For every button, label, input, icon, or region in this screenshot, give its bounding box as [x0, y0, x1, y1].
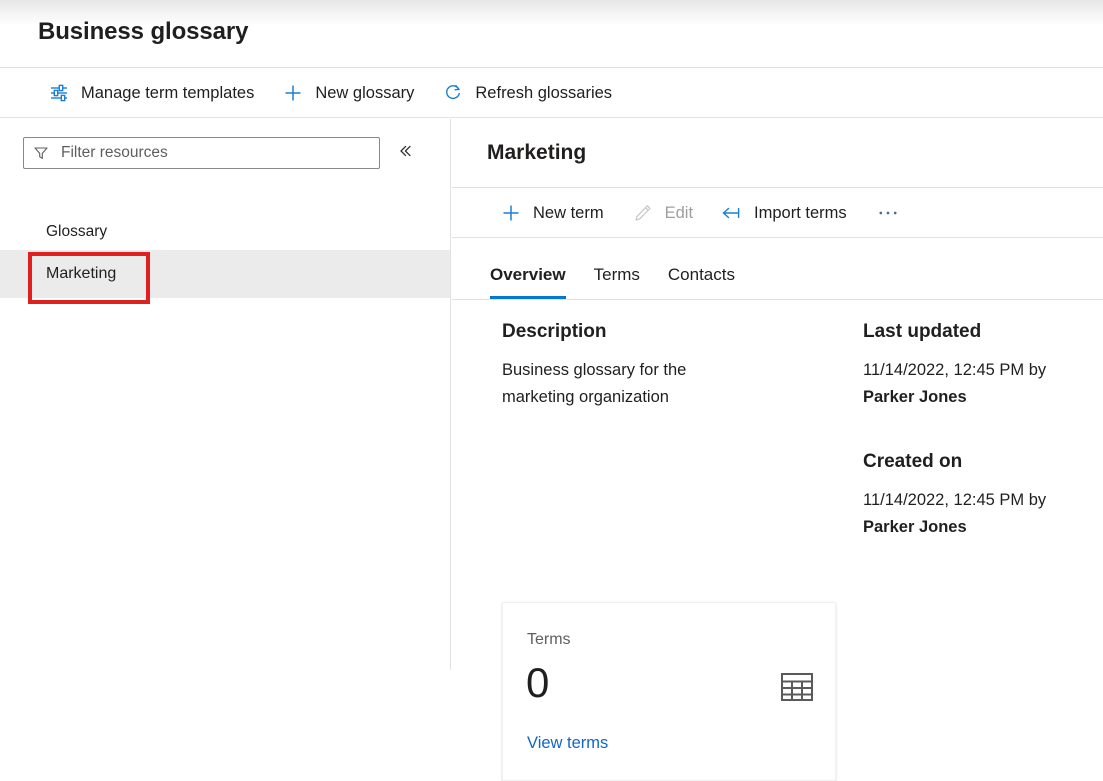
tab-overview[interactable]: Overview [490, 251, 566, 299]
table-icon [780, 672, 814, 702]
glossary-tree: Glossary Marketing [0, 214, 450, 298]
collapse-sidebar-button[interactable] [389, 137, 421, 169]
sidebar-item-label: Marketing [46, 265, 116, 283]
import-terms-label: Import terms [754, 202, 847, 224]
refresh-glossaries-label: Refresh glossaries [475, 82, 612, 104]
chevron-double-left-icon [396, 142, 414, 165]
glossary-detail-pane: Marketing New term [452, 119, 1103, 670]
last-updated-value: 11/14/2022, 12:45 PM by Parker Jones [863, 357, 1083, 411]
edit-label: Edit [665, 202, 693, 224]
plus-icon [282, 82, 304, 104]
manage-term-templates-button[interactable]: Manage term templates [38, 73, 264, 113]
tab-terms-label: Terms [594, 265, 640, 285]
created-on-user: Parker Jones [863, 518, 967, 536]
arrow-left-bar-icon [721, 202, 743, 224]
plus-icon [500, 202, 522, 224]
sliders-icon [48, 82, 70, 104]
terms-stat-card[interactable]: Terms 0 View terms [502, 602, 836, 781]
new-glossary-label: New glossary [315, 82, 414, 104]
new-term-button[interactable]: New term [490, 193, 614, 233]
tab-terms[interactable]: Terms [594, 251, 640, 299]
new-term-label: New term [533, 202, 604, 224]
created-on-value: 11/14/2022, 12:45 PM by Parker Jones [863, 487, 1083, 541]
filter-resources-input[interactable] [59, 143, 370, 163]
tree-group-glossary: Glossary [0, 214, 450, 250]
more-icon [877, 202, 899, 224]
overview-right-column: Last updated 11/14/2022, 12:45 PM by Par… [863, 319, 1093, 579]
tab-contacts[interactable]: Contacts [668, 251, 735, 299]
refresh-glossaries-button[interactable]: Refresh glossaries [432, 73, 622, 113]
last-updated-label: Last updated [863, 319, 1093, 345]
overview-panel: Description Business glossary for the ma… [452, 319, 1103, 670]
new-glossary-button[interactable]: New glossary [272, 73, 424, 113]
terms-card-label: Terms [527, 629, 571, 651]
funnel-icon [33, 145, 49, 161]
detail-command-bar: New term Edit [452, 187, 1103, 238]
edit-button: Edit [622, 193, 703, 233]
description-label: Description [502, 319, 842, 345]
filter-resources-box[interactable] [23, 137, 380, 169]
last-updated-date: 11/14/2022, 12:45 PM by [863, 361, 1046, 379]
import-terms-button[interactable]: Import terms [711, 193, 857, 233]
overview-left-column: Description Business glossary for the ma… [502, 319, 842, 449]
filter-row [0, 119, 450, 187]
page-title: Business glossary [38, 16, 248, 48]
last-updated-field: Last updated 11/14/2022, 12:45 PM by Par… [863, 319, 1093, 411]
description-value: Business glossary for the marketing orga… [502, 357, 722, 411]
detail-tabs: Overview Terms Contacts [452, 251, 1103, 300]
app-root: Business glossary Manage term templates [0, 0, 1103, 670]
more-options-button[interactable] [865, 193, 922, 233]
terms-card-value: 0 [526, 658, 549, 708]
created-on-label: Created on [863, 449, 1093, 475]
description-field: Description Business glossary for the ma… [502, 319, 842, 411]
refresh-icon [442, 82, 464, 104]
last-updated-user: Parker Jones [863, 388, 967, 406]
manage-term-templates-label: Manage term templates [81, 82, 254, 104]
tab-overview-label: Overview [490, 265, 566, 285]
created-on-date: 11/14/2022, 12:45 PM by [863, 491, 1046, 509]
pencil-icon [632, 202, 654, 224]
detail-title: Marketing [487, 139, 586, 167]
created-on-field: Created on 11/14/2022, 12:45 PM by Parke… [863, 449, 1093, 541]
tab-contacts-label: Contacts [668, 265, 735, 285]
view-terms-link[interactable]: View terms [527, 732, 608, 754]
global-command-bar: Manage term templates New glossary [0, 67, 1103, 118]
glossary-sidebar: Glossary Marketing [0, 119, 451, 670]
sidebar-item-marketing[interactable]: Marketing [0, 250, 450, 298]
